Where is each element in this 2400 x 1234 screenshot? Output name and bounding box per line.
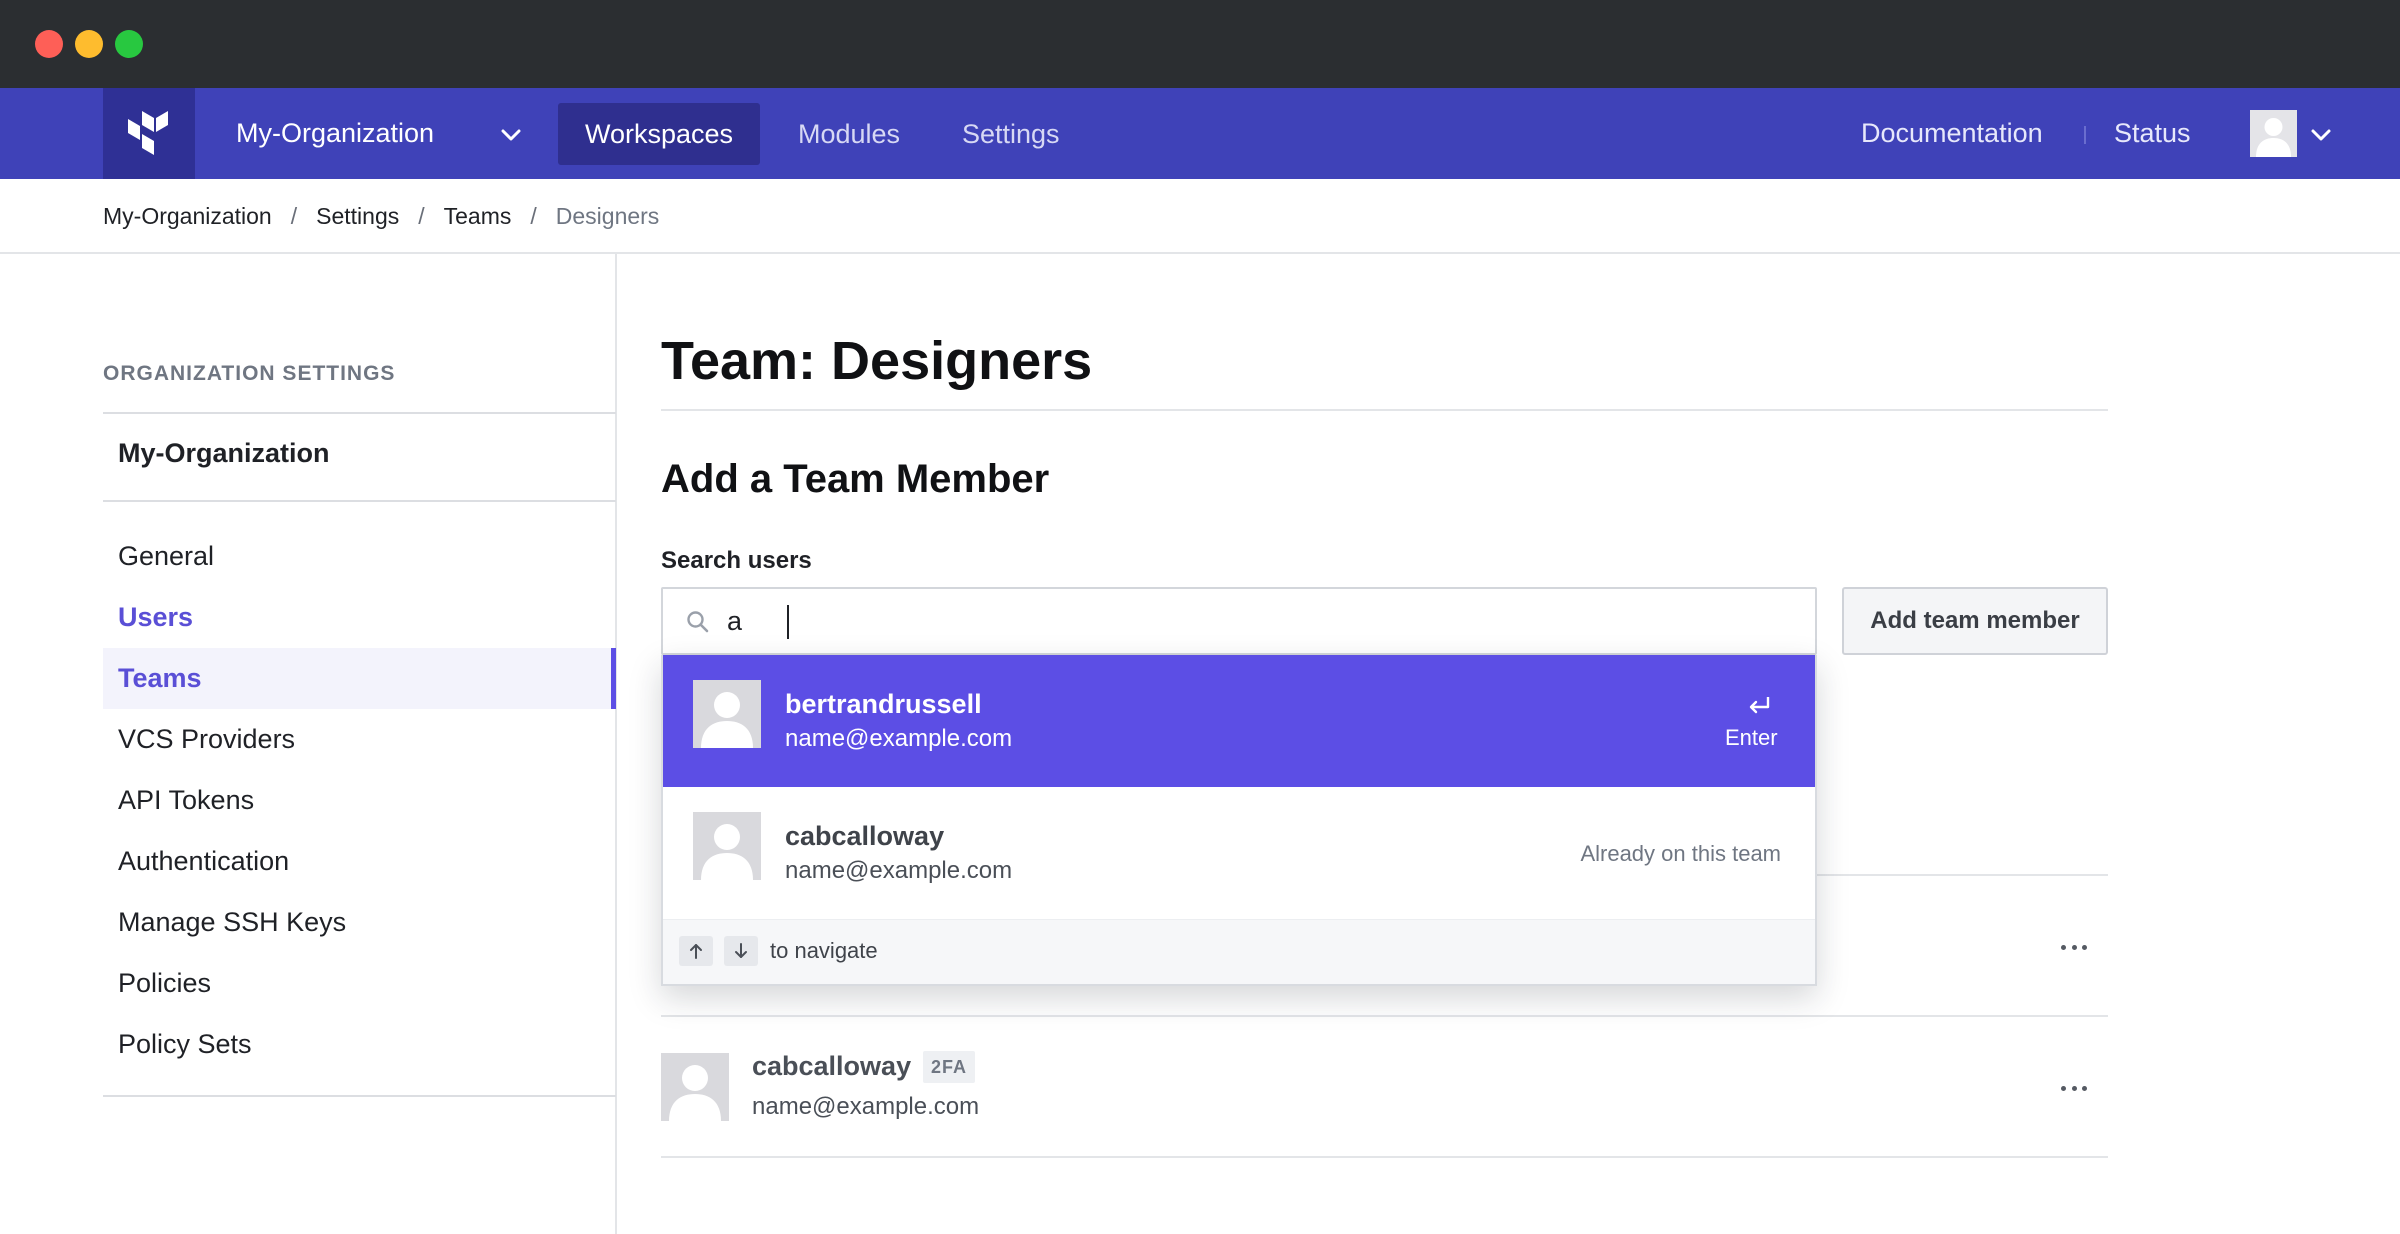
arrow-up-key-icon xyxy=(679,936,713,966)
breadcrumb-item-settings[interactable]: Settings xyxy=(316,203,399,230)
dropdown-option-bertrandrussell[interactable]: bertrandrussell name@example.com Enter xyxy=(663,655,1815,787)
option-username: cabcalloway xyxy=(785,821,945,851)
close-window-button[interactable] xyxy=(35,30,63,58)
member-username: cabcalloway xyxy=(752,1051,912,1081)
dropdown-footer: to navigate xyxy=(663,919,1815,984)
sidebar-item-api-tokens[interactable]: API Tokens xyxy=(103,770,616,831)
sidebar-item-authentication[interactable]: Authentication xyxy=(103,831,616,892)
sidebar-item-policies[interactable]: Policies xyxy=(103,953,616,1014)
sidebar-item-vcs-providers[interactable]: VCS Providers xyxy=(103,709,616,770)
chevron-down-icon[interactable] xyxy=(497,121,525,149)
dot-icon xyxy=(2082,1085,2087,1091)
avatar xyxy=(693,680,761,748)
search-users-label: Search users xyxy=(661,547,812,574)
more-options-button[interactable] xyxy=(2054,935,2094,959)
option-username: bertrandrussell xyxy=(785,689,982,719)
sidebar-item-manage-ssh-keys[interactable]: Manage SSH Keys xyxy=(103,892,616,953)
sidebar-org-name: My-Organization xyxy=(118,438,330,468)
dot-icon xyxy=(2061,944,2066,950)
text-cursor xyxy=(787,605,789,639)
arrow-down-key-icon xyxy=(724,936,758,966)
breadcrumb-separator: / xyxy=(530,202,537,229)
dot-icon xyxy=(2071,944,2077,950)
enter-hint: Enter xyxy=(1725,725,1778,750)
breadcrumb-item-organization[interactable]: My-Organization xyxy=(103,203,272,230)
dot-icon xyxy=(2082,944,2087,950)
2fa-badge: 2FA xyxy=(923,1051,976,1083)
chevron-down-icon[interactable] xyxy=(2307,121,2335,149)
sidebar-item-general[interactable]: General xyxy=(103,526,616,587)
divider xyxy=(661,1015,2108,1017)
avatar xyxy=(661,1053,729,1121)
user-avatar-icon[interactable] xyxy=(2250,110,2297,157)
breadcrumb-separator: / xyxy=(290,202,298,229)
enter-key-icon xyxy=(1749,697,1770,714)
nav-tab-settings[interactable]: Settings xyxy=(935,103,1087,165)
divider xyxy=(661,1156,2108,1158)
status-link[interactable]: Status xyxy=(2114,88,2191,179)
documentation-link[interactable]: Documentation xyxy=(1861,88,2043,179)
dot-icon xyxy=(2061,1085,2066,1091)
breadcrumb-item-current: Designers xyxy=(555,202,660,229)
divider xyxy=(103,412,616,414)
home-logo-link[interactable] xyxy=(103,88,195,179)
navigate-hint: to navigate xyxy=(770,938,878,963)
terraform-logo-icon xyxy=(128,110,168,155)
option-email: name@example.com xyxy=(785,857,1013,884)
sidebar-item-teams[interactable]: Teams xyxy=(103,648,616,709)
page-title: Team: Designers xyxy=(661,331,1093,391)
nav-tab-modules[interactable]: Modules xyxy=(771,103,927,165)
add-team-member-button[interactable]: Add team member xyxy=(1842,587,2108,655)
sidebar-item-users[interactable]: Users xyxy=(103,587,616,648)
dot-icon xyxy=(2071,1085,2077,1091)
section-title: Add a Team Member xyxy=(661,457,1050,501)
already-on-team-note: Already on this team xyxy=(1580,841,1781,866)
search-icon xyxy=(687,611,709,633)
zoom-window-button[interactable] xyxy=(115,30,143,58)
sidebar-heading: ORGANIZATION SETTINGS xyxy=(103,362,396,385)
search-input-value[interactable]: a xyxy=(727,589,742,653)
top-navbar: My-Organization Workspaces Modules Setti… xyxy=(0,88,2400,179)
window-titlebar xyxy=(0,0,2400,88)
nav-divider xyxy=(2084,126,2086,144)
divider xyxy=(0,252,2400,254)
member-email: name@example.com xyxy=(752,1093,980,1120)
divider xyxy=(103,1095,616,1097)
breadcrumb-separator: / xyxy=(418,202,425,229)
avatar xyxy=(693,812,761,880)
search-users-input[interactable]: a xyxy=(661,587,1817,655)
nav-tab-workspaces[interactable]: Workspaces xyxy=(558,103,761,165)
more-options-button[interactable] xyxy=(2054,1076,2094,1100)
user-search-dropdown: bertrandrussell name@example.com Enter c… xyxy=(661,655,1817,986)
minimize-window-button[interactable] xyxy=(75,30,103,58)
divider xyxy=(661,409,2108,411)
sidebar-item-policy-sets[interactable]: Policy Sets xyxy=(103,1014,616,1075)
breadcrumb-item-teams[interactable]: Teams xyxy=(444,203,512,230)
org-switcher[interactable]: My-Organization xyxy=(236,88,434,179)
option-email: name@example.com xyxy=(785,725,1013,752)
divider xyxy=(103,500,616,502)
dropdown-option-cabcalloway[interactable]: cabcalloway name@example.com Already on … xyxy=(663,787,1815,919)
breadcrumb: My-Organization / Settings / Teams / Des… xyxy=(103,179,659,253)
